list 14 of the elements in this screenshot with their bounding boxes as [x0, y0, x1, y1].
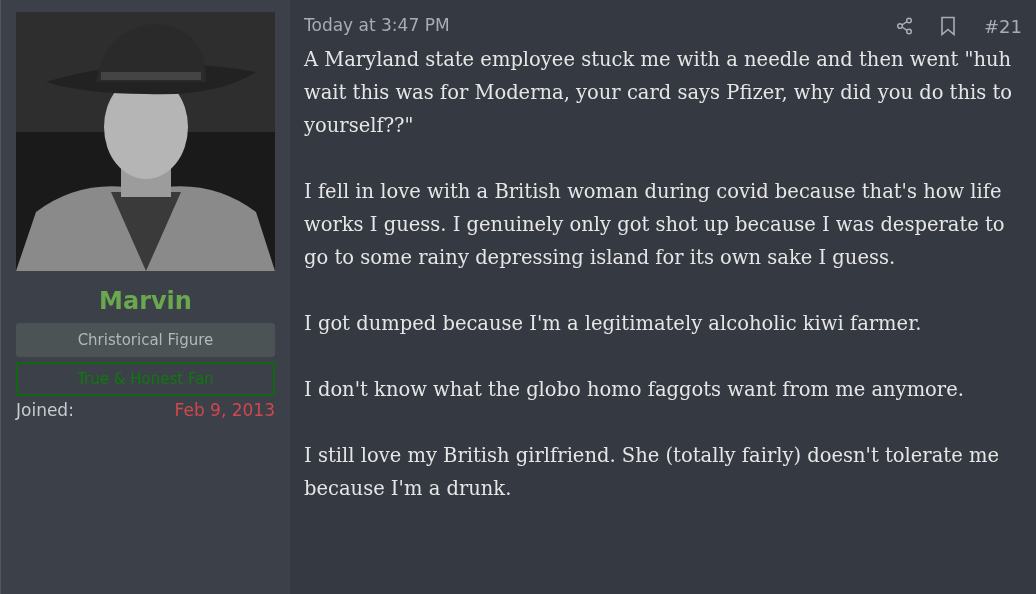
post-time[interactable]: Today at 3:47 PM: [304, 13, 896, 39]
user-banner: True & Honest Fan: [16, 362, 275, 396]
post-paragraph: A Maryland state employee stuck me with a needle and then went "huh wait this was for Moderna, your card says Pfizer, why did you do this to yourself??": [304, 47, 1014, 139]
post-paragraph: I got dumped because I'm a legitimately alcoholic kiwi farmer.: [304, 311, 923, 337]
post-paragraph: I still love my British girlfriend. She (totally fairly) doesn't tolerate me because I'm a drunk.: [304, 443, 1000, 502]
joined-date: Feb 9, 2013: [174, 399, 275, 422]
post-paragraph: I don't know what the globo homo faggots want from me anymore.: [304, 377, 965, 403]
joined-label: Joined:: [16, 399, 74, 422]
user-title: Christorical Figure: [16, 323, 275, 357]
share-icon[interactable]: [896, 17, 914, 35]
post-number[interactable]: #21: [984, 12, 1022, 40]
post-paragraph: I fell in love with a British woman during covid because that's how life works I guess. I genuinely only got shot up because I was desperate to go to some rainy depressing island for its own sake I guess.: [304, 179, 1006, 271]
username[interactable]: Marvin: [16, 285, 275, 317]
bookmark-icon[interactable]: [940, 16, 956, 36]
